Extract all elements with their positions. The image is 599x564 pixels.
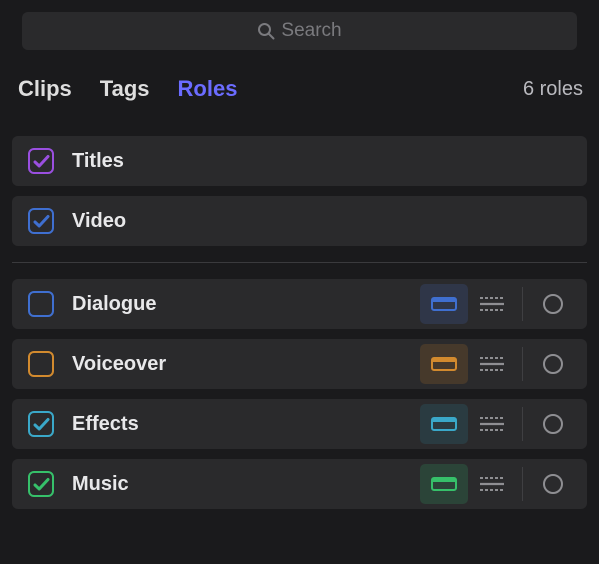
search-field[interactable]: Search	[22, 12, 577, 50]
role-controls	[420, 404, 577, 444]
role-row-effects[interactable]: Effects	[12, 399, 587, 449]
tab-roles[interactable]: Roles	[178, 76, 238, 102]
tab-clips[interactable]: Clips	[18, 76, 72, 102]
role-row-video[interactable]: Video	[12, 196, 587, 246]
role-row-music[interactable]: Music	[12, 459, 587, 509]
search-placeholder: Search	[281, 20, 341, 42]
role-checkbox[interactable]	[28, 351, 54, 377]
role-row-dialogue[interactable]: Dialogue	[12, 279, 587, 329]
collapse-subroles-button[interactable]	[468, 404, 516, 444]
role-label: Voiceover	[72, 353, 420, 376]
role-checkbox[interactable]	[28, 471, 54, 497]
role-checkbox[interactable]	[28, 291, 54, 317]
role-controls	[420, 344, 577, 384]
roles-list: Titles Video Dialogue Voiceove	[0, 126, 599, 533]
solo-button[interactable]	[529, 284, 577, 324]
search-icon	[257, 22, 275, 40]
show-lane-button[interactable]	[420, 404, 468, 444]
show-lane-button[interactable]	[420, 284, 468, 324]
role-label: Music	[72, 473, 420, 496]
solo-button[interactable]	[529, 464, 577, 504]
controls-divider	[522, 467, 523, 501]
collapse-subroles-button[interactable]	[468, 344, 516, 384]
role-label: Titles	[72, 150, 577, 173]
tab-tags[interactable]: Tags	[100, 76, 150, 102]
role-row-voiceover[interactable]: Voiceover	[12, 339, 587, 389]
solo-button[interactable]	[529, 404, 577, 444]
show-lane-button[interactable]	[420, 464, 468, 504]
controls-divider	[522, 347, 523, 381]
role-checkbox[interactable]	[28, 411, 54, 437]
role-label: Dialogue	[72, 293, 420, 316]
role-row-titles[interactable]: Titles	[12, 136, 587, 186]
role-label: Video	[72, 210, 577, 233]
roles-divider	[12, 262, 587, 263]
controls-divider	[522, 407, 523, 441]
index-tabs: Clips Tags Roles 6 roles	[0, 50, 599, 126]
role-label: Effects	[72, 413, 420, 436]
roles-count: 6 roles	[523, 78, 583, 101]
solo-button[interactable]	[529, 344, 577, 384]
role-controls	[420, 284, 577, 324]
collapse-subroles-button[interactable]	[468, 284, 516, 324]
collapse-subroles-button[interactable]	[468, 464, 516, 504]
role-checkbox[interactable]	[28, 208, 54, 234]
controls-divider	[522, 287, 523, 321]
role-controls	[420, 464, 577, 504]
role-checkbox[interactable]	[28, 148, 54, 174]
show-lane-button[interactable]	[420, 344, 468, 384]
